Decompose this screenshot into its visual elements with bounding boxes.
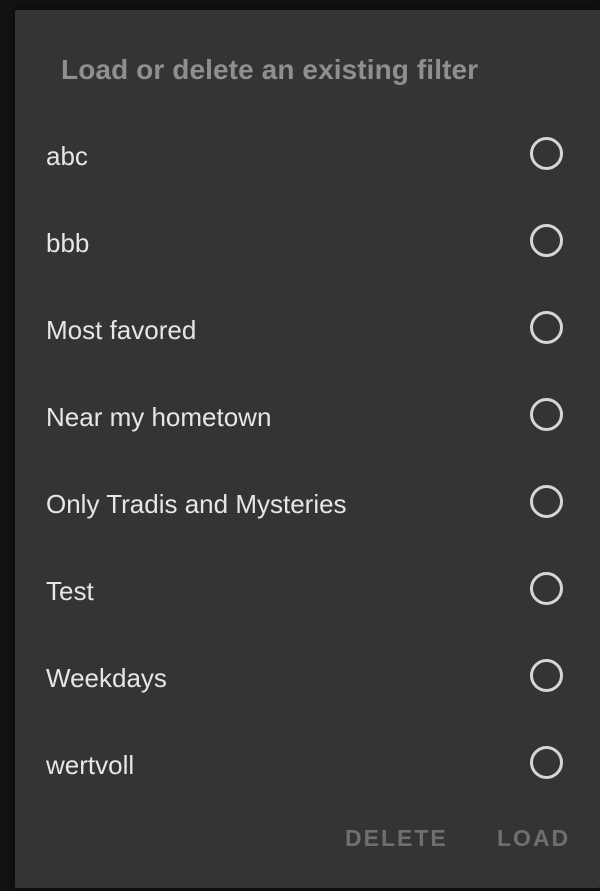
filter-option-label: wertvoll [46, 750, 135, 780]
radio-unchecked-icon[interactable] [530, 398, 563, 431]
filter-option-label: bbb [46, 228, 90, 258]
filter-option-weekdays[interactable]: Weekdays [15, 635, 600, 722]
filter-option-bbb[interactable]: bbb [15, 200, 600, 287]
filter-option-most-favored[interactable]: Most favored [15, 287, 600, 374]
dialog-actions: DELETE LOAD [15, 825, 600, 865]
filter-option-label: Test [46, 576, 94, 606]
radio-unchecked-icon[interactable] [530, 224, 563, 257]
filter-option-label: Near my hometown [46, 402, 272, 432]
dialog-title: Load or delete an existing filter [61, 54, 479, 85]
radio-unchecked-icon[interactable] [530, 572, 563, 605]
filter-option-test[interactable]: Test [15, 548, 600, 635]
radio-unchecked-icon[interactable] [530, 659, 563, 692]
filter-option-label: Most favored [46, 315, 197, 345]
radio-unchecked-icon[interactable] [530, 137, 563, 170]
filter-option-label: abc [46, 141, 88, 171]
filter-option-label: Only Tradis and Mysteries [46, 489, 347, 519]
filter-option-only-tradis-and-mysteries[interactable]: Only Tradis and Mysteries [15, 461, 600, 548]
filter-option-near-my-hometown[interactable]: Near my hometown [15, 374, 600, 461]
filter-option-abc[interactable]: abc [15, 113, 600, 200]
radio-unchecked-icon[interactable] [530, 746, 563, 779]
filter-option-label: Weekdays [46, 663, 167, 693]
load-button[interactable]: LOAD [497, 825, 570, 852]
load-filter-dialog: Load or delete an existing filter abc bb… [15, 10, 600, 888]
radio-unchecked-icon[interactable] [530, 485, 563, 518]
radio-unchecked-icon[interactable] [530, 311, 563, 344]
delete-button[interactable]: DELETE [345, 825, 448, 852]
filter-option-wertvoll[interactable]: wertvoll [15, 722, 600, 809]
filter-list: abc bbb Most favored Near my hometown On… [15, 113, 600, 809]
